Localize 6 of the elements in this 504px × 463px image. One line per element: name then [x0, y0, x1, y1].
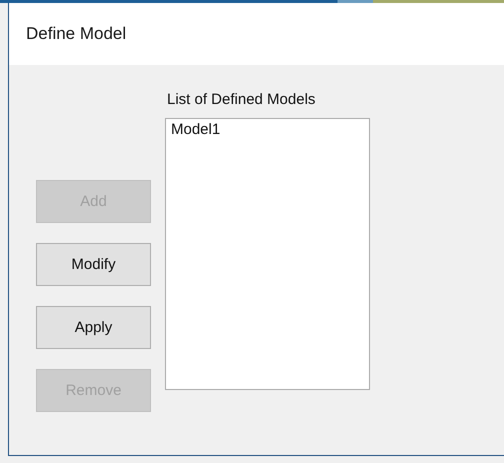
- list-label: List of Defined Models: [166, 90, 316, 110]
- model-list[interactable]: Model1: [165, 118, 370, 390]
- window-title: Define Model: [26, 24, 126, 44]
- modify-button[interactable]: Modify: [36, 243, 151, 286]
- list-item[interactable]: Model1: [169, 121, 222, 138]
- apply-button[interactable]: Apply: [36, 306, 151, 349]
